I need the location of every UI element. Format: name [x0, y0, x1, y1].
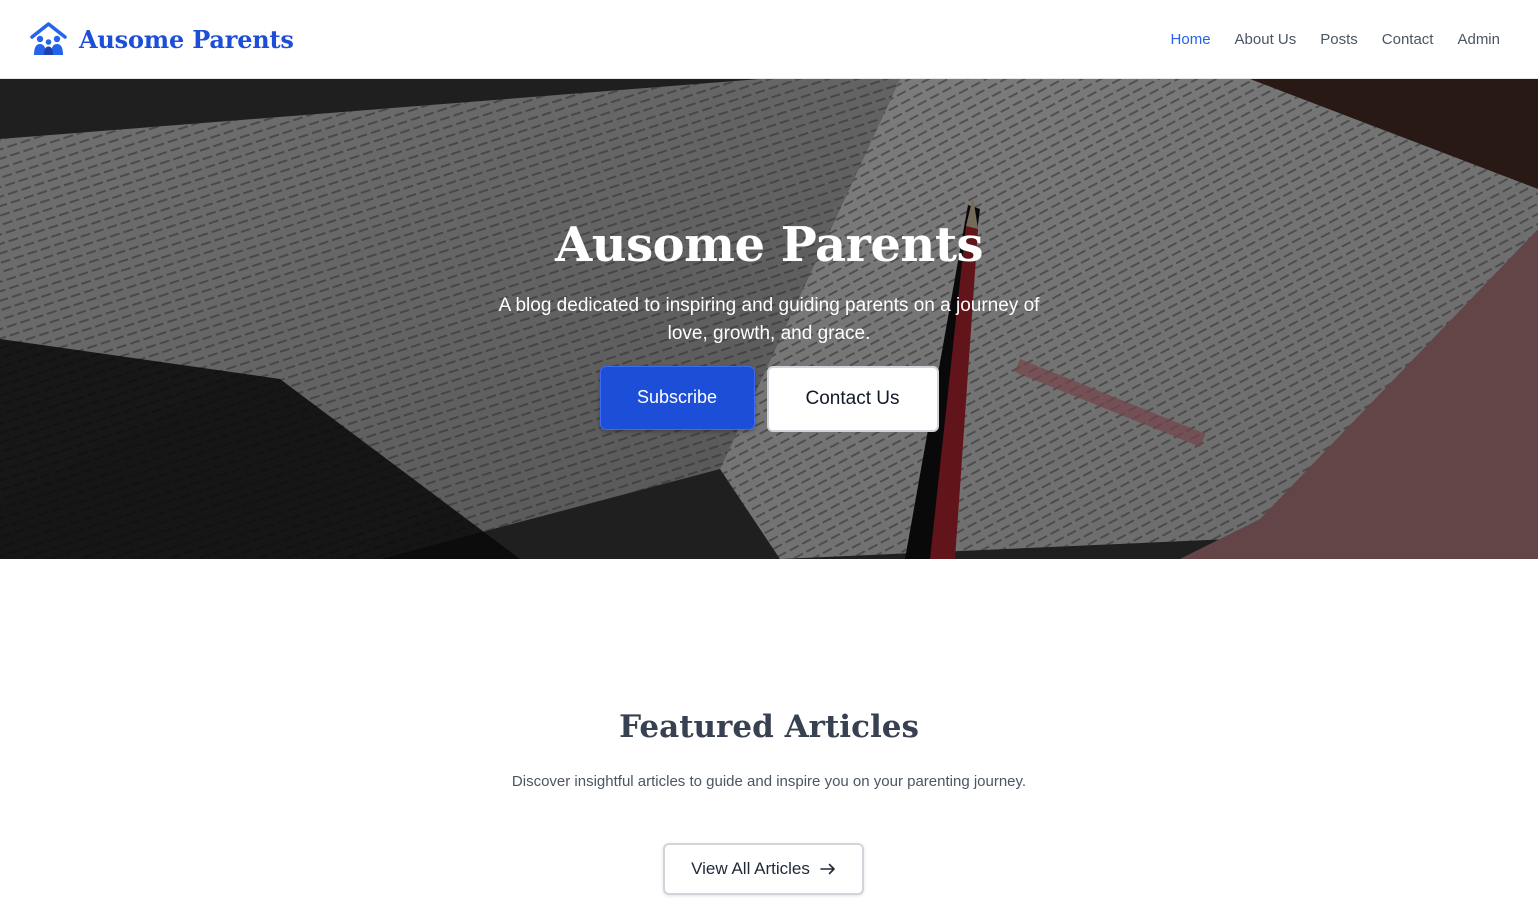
featured-articles-section: Featured Articles Discover insightful ar… [0, 559, 1538, 912]
featured-title: Featured Articles [619, 709, 919, 745]
family-house-icon [30, 22, 67, 55]
nav-admin[interactable]: Admin [1457, 31, 1500, 48]
hero-title: Ausome Parents [554, 217, 984, 273]
main-nav: Home About Us Posts Contact Admin [1171, 31, 1500, 48]
site-header: Ausome Parents Home About Us Posts Conta… [0, 0, 1538, 79]
subscribe-button[interactable]: Subscribe [599, 365, 755, 430]
featured-description: Discover insightful articles to guide an… [511, 773, 1027, 790]
nav-home[interactable]: Home [1171, 31, 1211, 48]
brand-logo-link[interactable]: Ausome Parents [30, 22, 294, 56]
brand-name: Ausome Parents [79, 24, 294, 54]
nav-posts[interactable]: Posts [1320, 31, 1358, 48]
nav-about-us[interactable]: About Us [1235, 31, 1297, 48]
view-all-articles-button[interactable]: View All Articles [663, 843, 864, 895]
contact-us-button[interactable]: Contact Us [766, 365, 939, 432]
hero-subtitle: A blog dedicated to inspiring and guidin… [498, 294, 1040, 344]
nav-contact[interactable]: Contact [1382, 31, 1434, 48]
hero-buttons: Subscribe Contact Us [0, 365, 1538, 432]
view-all-articles-label: View All Articles [691, 859, 810, 878]
hero-section: Ausome Parents A blog dedicated to inspi… [0, 79, 1538, 559]
arrow-right-icon [820, 863, 835, 875]
hero-content: Ausome Parents A blog dedicated to inspi… [0, 219, 1538, 432]
